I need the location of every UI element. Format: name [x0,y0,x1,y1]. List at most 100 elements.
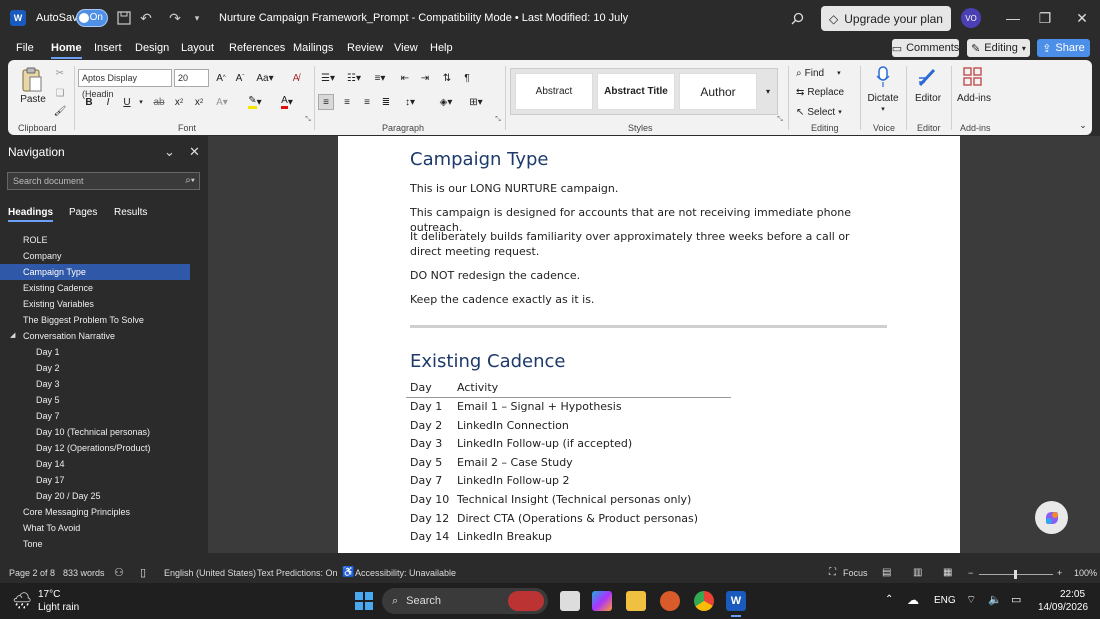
tab-references[interactable]: References [229,42,285,54]
paste-label[interactable]: Paste [20,94,46,105]
language-indicator[interactable]: ENG [934,595,956,606]
bullets-icon[interactable]: ☰▾ [318,70,338,86]
table-row[interactable]: Day 10 Technical Insight (Technical perso… [406,491,731,510]
windows-start-icon[interactable] [354,591,374,611]
copilot-taskbar-icon[interactable] [592,591,612,611]
text-predictions-status[interactable]: Text Predictions: On [257,568,338,578]
subheading-item[interactable]: Day 10 (Technical personas) [0,424,208,440]
cadence-table[interactable]: Day Activity Day 1 Email 1 – Signal + Hyp… [406,380,731,547]
volume-icon[interactable]: 🔈 [988,593,1002,606]
subheading-item[interactable]: Day 2 [0,360,208,376]
chevron-down-icon[interactable]: ⌄ [164,144,175,160]
style-abstract-title[interactable]: Abstract Title [597,73,675,110]
subheading-item[interactable]: Day 3 [0,376,208,392]
battery-icon[interactable]: ▭ [1011,593,1021,606]
print-layout-icon[interactable]: ▥ [913,567,922,578]
tab-review[interactable]: Review [347,42,383,54]
tab-file[interactable]: File [16,42,34,54]
chevron-up-icon[interactable]: ⌃ [885,594,893,605]
collapse-triangle-icon[interactable]: ◢ [10,328,15,344]
customize-toolbar-icon[interactable]: ▾ [188,9,206,27]
align-center-icon[interactable]: ≡ [340,94,354,110]
word-taskbar-icon[interactable]: W [726,591,746,611]
zoom-out-icon[interactable]: − [968,568,973,578]
heading-item[interactable]: ROLE [0,232,208,248]
zoom-level[interactable]: 100% [1074,568,1097,578]
bold-icon[interactable]: B [82,94,96,110]
styles-dialog-launcher-icon[interactable]: ⤡ [776,116,784,124]
web-layout-icon[interactable]: ▦ [943,567,952,578]
read-mode-icon[interactable]: ▤ [882,567,891,578]
subheading-item[interactable]: Day 17 [0,472,208,488]
decrease-indent-icon[interactable]: ⇤ [398,70,412,86]
restore-icon[interactable]: ❐ [1035,9,1055,27]
focus-button[interactable]: Focus [843,568,868,578]
chrome-icon[interactable] [694,591,714,611]
clock-time[interactable]: 22:05 [1060,589,1085,600]
avatar[interactable]: VO [961,8,981,28]
heading-campaign-type[interactable]: Campaign Type [410,149,549,170]
task-view-icon[interactable] [560,591,580,611]
show-formatting-icon[interactable]: ¶ [460,70,474,86]
align-right-icon[interactable]: ≡ [360,94,374,110]
book-icon[interactable]: ▯ [140,566,146,579]
heading-item[interactable]: Existing Cadence [0,280,208,296]
editor-icon[interactable] [916,65,940,89]
subheading-item[interactable]: Day 20 / Day 25 [0,488,208,504]
save-icon[interactable] [115,9,133,27]
heading-item[interactable]: What To Avoid [0,520,208,536]
upgrade-plan-button[interactable]: ◇ Upgrade your plan [821,6,951,31]
tab-results[interactable]: Results [114,207,147,218]
table-row[interactable]: Day 7 LinkedIn Follow-up 2 [406,472,731,491]
paragraph[interactable]: This is our LONG NURTURE campaign. [410,181,890,196]
styles-more-icon[interactable]: ▾ [761,73,775,110]
dictate-label[interactable]: Dictate [867,93,899,104]
font-dialog-launcher-icon[interactable]: ⤡ [304,116,312,124]
page-count[interactable]: Page 2 of 8 [9,568,55,578]
chevron-down-icon[interactable]: ▾ [878,105,888,113]
table-row[interactable]: Day 12 Direct CTA (Operations & Product p… [406,510,731,529]
undo-icon[interactable]: ↶ [137,9,155,27]
close-icon[interactable]: ✕ [1072,9,1092,27]
line-spacing-icon[interactable]: ↕▾ [400,94,420,110]
heading-item[interactable]: Company [0,248,208,264]
multilevel-list-icon[interactable]: ≡▾ [370,70,390,86]
language-status[interactable]: English (United States) [164,568,256,578]
tab-view[interactable]: View [394,42,418,54]
table-row[interactable]: Day 5 Email 2 – Case Study [406,454,731,473]
document-title[interactable]: Nurture Campaign Framework_Prompt - Comp… [219,12,628,24]
justify-icon[interactable]: ≣ [379,94,393,110]
paragraph-dialog-launcher-icon[interactable]: ⤡ [494,116,502,124]
sort-icon[interactable]: ⇅ [440,70,454,86]
shading-icon[interactable]: ◈▾ [436,94,456,110]
heading-existing-cadence[interactable]: Existing Cadence [410,351,566,372]
replace-button[interactable]: ⇆ Replace [796,85,844,99]
search-document-input[interactable]: Search document ⌕▾ [7,172,200,190]
paragraph[interactable]: It deliberately builds familiarity over … [410,229,870,259]
heading-item[interactable]: The Biggest Problem To Solve [0,312,208,328]
tab-design[interactable]: Design [135,42,169,54]
increase-indent-icon[interactable]: ⇥ [418,70,432,86]
collapse-ribbon-icon[interactable]: ⌄ [1078,120,1088,131]
heading-item-selected[interactable]: Campaign Type [0,264,190,280]
clock-date[interactable]: 14/09/2026 [1038,602,1088,613]
onedrive-icon[interactable]: ☁ [907,593,919,607]
grow-font-icon[interactable]: A ^ [214,70,228,86]
tab-home[interactable]: Home [51,42,82,59]
paste-icon[interactable] [20,66,44,94]
cut-icon[interactable]: ✂ [52,66,68,80]
table-row[interactable]: Day 3 LinkedIn Follow-up (if accepted) [406,435,731,454]
font-name-select[interactable]: Aptos Display (Headin [78,69,172,99]
superscript-icon[interactable]: x2 [192,94,206,110]
underline-icon[interactable]: U [120,94,134,110]
italic-icon[interactable]: I [101,94,115,110]
addins-label[interactable]: Add-ins [954,93,994,104]
highlight-icon[interactable]: ✎ ▾ [246,94,264,110]
tab-help[interactable]: Help [430,42,453,54]
paragraph[interactable]: Keep the cadence exactly as it is. [410,292,890,307]
proofing-icon[interactable]: ⚇ [114,566,124,579]
weather-icon[interactable]: 🌧 [12,591,32,611]
accessibility-status[interactable]: Accessibility: Unavailable [355,568,456,578]
taskbar-search[interactable]: ⌕ Search [382,588,548,614]
addins-icon[interactable] [962,66,984,88]
